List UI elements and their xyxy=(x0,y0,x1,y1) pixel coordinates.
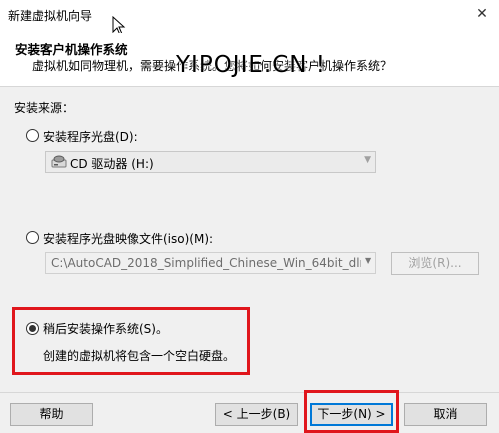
cd-drive-icon xyxy=(51,155,67,168)
cd-drive-value: CD 驱动器 (H:) xyxy=(70,157,154,171)
later-radio[interactable] xyxy=(26,322,39,335)
watermark-text: YIPOJIE.CN ! xyxy=(176,52,327,78)
chevron-down-icon[interactable]: ▼ xyxy=(365,256,376,268)
iso-radio[interactable] xyxy=(26,231,39,244)
disc-radio[interactable] xyxy=(26,129,39,142)
later-radio-label[interactable]: 稍后安装操作系统(S)。 xyxy=(43,320,168,337)
footer-divider xyxy=(0,392,499,393)
disc-radio-label[interactable]: 安装程序光盘(D): xyxy=(43,128,138,145)
page-title: 安装客户机操作系统 xyxy=(15,42,128,57)
window-title: 新建虚拟机向导 xyxy=(8,9,93,23)
iso-radio-label[interactable]: 安装程序光盘映像文件(iso)(M): xyxy=(43,230,213,247)
cancel-button[interactable]: 取消 xyxy=(404,403,487,426)
iso-path-value: C:\AutoCAD_2018_Simplified_Chinese_Win_6… xyxy=(51,256,361,270)
cd-drive-select[interactable]: CD 驱动器 (H:) ▼ xyxy=(45,151,376,173)
iso-path-input[interactable]: C:\AutoCAD_2018_Simplified_Chinese_Win_6… xyxy=(45,252,376,274)
next-button[interactable]: 下一步(N) > xyxy=(310,403,393,426)
back-button[interactable]: < 上一步(B) xyxy=(215,403,298,426)
help-button[interactable]: 帮助 xyxy=(10,403,93,426)
title-bar: 新建虚拟机向导 ✕ xyxy=(0,0,499,33)
close-icon[interactable]: ✕ xyxy=(465,0,499,30)
highlight-box-later xyxy=(12,307,250,375)
chevron-down-icon: ▼ xyxy=(364,155,371,165)
browse-button[interactable]: 浏览(R)... xyxy=(391,252,479,275)
install-source-label: 安装来源： xyxy=(14,101,75,115)
later-description: 创建的虚拟机将包含一个空白硬盘。 xyxy=(43,349,236,363)
